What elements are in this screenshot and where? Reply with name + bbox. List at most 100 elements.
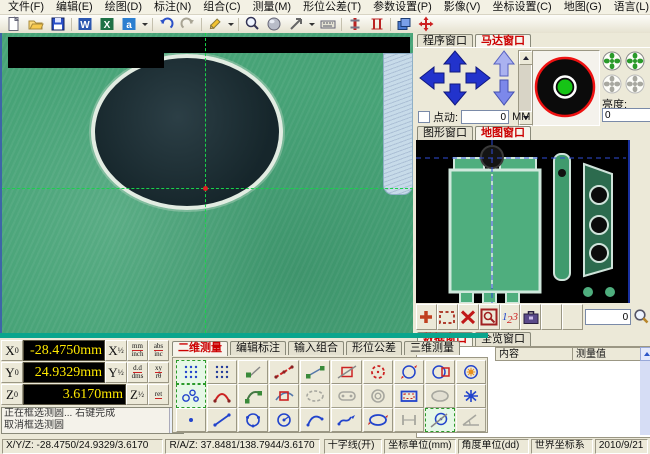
box-arc-tool[interactable] — [269, 384, 300, 408]
grid-array-tool[interactable] — [207, 360, 238, 384]
dropdown-arrow-icon[interactable] — [142, 22, 148, 26]
tab-input-combine[interactable]: 输入组合 — [288, 341, 344, 355]
tab-graphic[interactable]: 图形窗口 — [417, 126, 473, 140]
line-tool[interactable] — [207, 408, 238, 432]
unit-toggle-x-0[interactable]: mm inch — [127, 340, 148, 361]
save-icon[interactable] — [47, 15, 69, 34]
half-x-button[interactable]: X½ — [105, 340, 127, 361]
redo-icon[interactable] — [177, 15, 199, 34]
open-folder-icon[interactable] — [25, 15, 47, 34]
probe-icon[interactable] — [344, 15, 366, 34]
box-line-tool[interactable] — [331, 360, 362, 384]
circle-3pt-tool[interactable] — [238, 408, 269, 432]
arc-3pt-tool[interactable] — [300, 408, 331, 432]
toolbox-icon[interactable] — [520, 304, 542, 330]
table-scrollbar[interactable] — [640, 347, 650, 435]
word-export-icon[interactable]: W — [74, 15, 96, 34]
circle-center-tool[interactable] — [269, 408, 300, 432]
menu-measure[interactable]: 测量(M) — [247, 1, 298, 14]
jog-checkbox[interactable] — [418, 111, 430, 123]
undo-icon[interactable] — [155, 15, 177, 34]
zero-x-button[interactable]: X0 — [1, 340, 23, 361]
menu-language[interactable]: 语言(L) — [608, 1, 650, 14]
menu-image[interactable]: 影像(V) — [438, 1, 487, 14]
cad-export-icon[interactable]: a — [118, 15, 140, 34]
delete-icon[interactable] — [457, 304, 479, 330]
multi-circle-tool[interactable] — [176, 384, 207, 408]
map-window[interactable] — [416, 140, 630, 304]
column-header-1[interactable]: 测量值 — [573, 347, 642, 361]
spline-tool[interactable] — [455, 384, 486, 408]
calipers-icon[interactable] — [366, 15, 388, 34]
map-zoom-input[interactable] — [585, 309, 632, 325]
menu-combine[interactable]: 组合(C) — [197, 1, 246, 14]
circle-line-tool[interactable] — [424, 408, 455, 432]
menu-param-settings[interactable]: 参数设置(P) — [367, 1, 438, 14]
pointer-arrow-icon[interactable] — [285, 15, 307, 34]
scroll-up-icon[interactable] — [519, 51, 533, 65]
menu-annotate[interactable]: 标注(N) — [148, 1, 197, 14]
coax-light-icon[interactable] — [624, 50, 647, 73]
unit-toggle-x-1[interactable]: abs inc — [148, 340, 169, 361]
half-y-button[interactable]: Y½ — [105, 362, 127, 383]
unit-toggle-y-0[interactable]: d.d dms — [127, 362, 148, 383]
unit-toggle-z-0[interactable]: ret — [148, 384, 169, 405]
pencil-draw-icon[interactable] — [204, 15, 226, 34]
brightness-input[interactable] — [602, 108, 650, 122]
magnifier-icon[interactable] — [241, 15, 263, 34]
new-file-icon[interactable] — [3, 15, 25, 34]
rectangle-tool[interactable] — [393, 384, 424, 408]
excel-export-icon[interactable]: X — [96, 15, 118, 34]
scan-circle-tool[interactable] — [393, 360, 424, 384]
tab-map[interactable]: 地图窗口 — [475, 126, 531, 141]
half-z-button[interactable]: Z½ — [126, 384, 148, 405]
scan-arc-tool[interactable] — [238, 384, 269, 408]
search-icon[interactable] — [631, 305, 650, 329]
measurement-table[interactable]: 内容 测量值 — [495, 347, 649, 435]
camera-view[interactable] — [2, 33, 413, 333]
ellipse-5pt-tool[interactable] — [362, 408, 393, 432]
tab-program[interactable]: 程序窗口 — [417, 34, 473, 48]
manual-line-tool[interactable] — [300, 360, 331, 384]
menu-file[interactable]: 文件(F) — [2, 1, 50, 14]
auto-point-tool[interactable] — [238, 360, 269, 384]
dropdown-arrow-icon[interactable] — [309, 22, 315, 26]
count-123-icon[interactable]: 123 — [499, 304, 521, 330]
menu-edit[interactable]: 编辑(E) — [50, 1, 99, 14]
menu-form-tolerance[interactable]: 形位公差(T) — [297, 1, 367, 14]
add-feature-icon[interactable] — [416, 304, 437, 330]
focus-array-tool[interactable] — [176, 360, 207, 384]
panel-splitter[interactable] — [0, 333, 488, 338]
zoom-region-icon[interactable] — [478, 304, 500, 330]
tab-measure-3d[interactable]: 三维测量 — [404, 341, 460, 355]
marquee-select-icon[interactable] — [436, 304, 458, 330]
move-stage-icon[interactable] — [415, 15, 437, 34]
concentric-circle-tool[interactable] — [455, 360, 486, 384]
auto-arc-tool[interactable] — [207, 384, 238, 408]
auto-line-tool[interactable] — [269, 360, 300, 384]
layers-icon[interactable] — [393, 15, 415, 34]
graphic-map-tabstrip: 图形窗口 地图窗口 — [417, 126, 533, 141]
tab-measure-2d[interactable]: 二维测量 — [172, 341, 228, 356]
zero-y-button[interactable]: Y0 — [1, 362, 23, 383]
dropdown-arrow-icon[interactable] — [228, 22, 234, 26]
auto-circle-tool[interactable] — [362, 360, 393, 384]
unit-toggle-y-1[interactable]: xy rθ — [148, 362, 169, 383]
jog-distance-input[interactable] — [461, 110, 510, 124]
keyboard-icon[interactable] — [317, 15, 339, 34]
sphere-3d-icon[interactable] — [263, 15, 285, 34]
menu-map[interactable]: 地图(G) — [558, 1, 608, 14]
box-circle-tool[interactable] — [424, 360, 455, 384]
ring-light-icon[interactable] — [601, 50, 624, 73]
z-axis-arrows[interactable] — [492, 50, 516, 106]
menu-coord-settings[interactable]: 坐标设置(C) — [486, 1, 557, 14]
curve-tool[interactable] — [331, 408, 362, 432]
tab-form-tolerance[interactable]: 形位公差 — [346, 341, 402, 355]
tab-edit-annotate[interactable]: 编辑标注 — [230, 341, 286, 355]
menu-draw[interactable]: 绘图(D) — [99, 1, 148, 14]
column-header-0[interactable]: 内容 — [495, 347, 573, 361]
stage-jog-cross-arrows[interactable] — [419, 50, 491, 106]
table-scroll-up-icon[interactable] — [640, 347, 650, 361]
zero-z-button[interactable]: Z0 — [1, 384, 23, 405]
point-tool[interactable] — [176, 408, 207, 432]
